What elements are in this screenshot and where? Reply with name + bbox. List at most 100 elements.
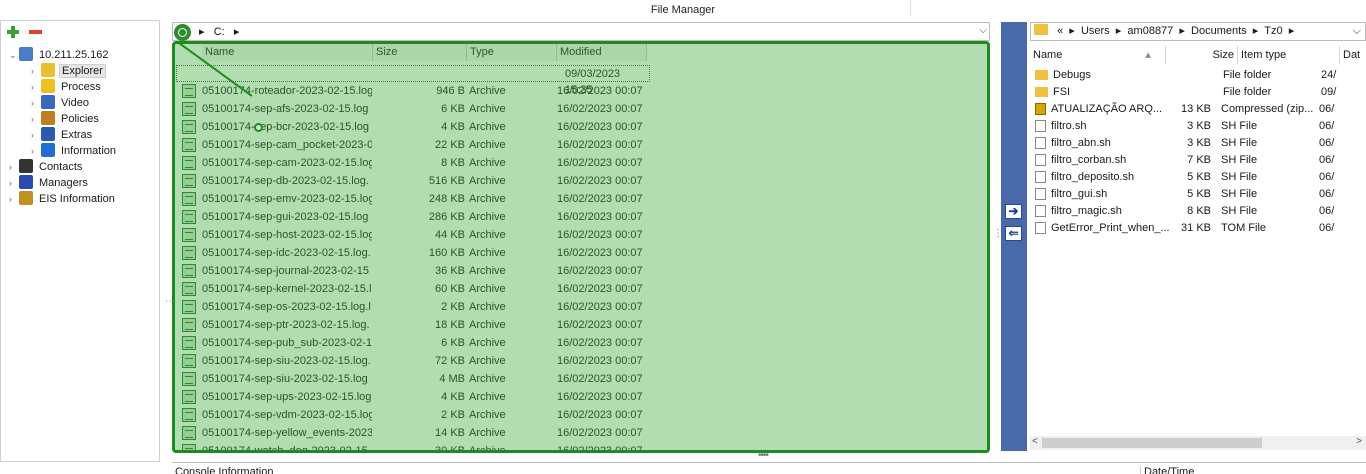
file-modified: 16/02/2023 00:07 (557, 409, 643, 421)
remove-icon[interactable] (29, 30, 42, 34)
breadcrumb-separator-icon[interactable]: ▸ (1173, 25, 1191, 37)
expand-toggle-icon[interactable]: › (31, 95, 41, 111)
right-file-row[interactable]: filtro_magic.sh 8 KB SH File 06/ (1032, 203, 1349, 220)
file-row[interactable]: 05100174-sep-cam_pocket-2023-0 22 KB Archi… (180, 136, 647, 154)
breadcrumb-item[interactable]: Documents (1191, 25, 1247, 37)
right-address-bar[interactable]: « ▸ Users ▸ am08877 ▸ Documents ▸ Tz0 ▸ … (1030, 22, 1366, 41)
right-file-row[interactable]: ATUALIZAÇÃO ARQ... 13 KB Compressed (zip..… (1032, 101, 1349, 118)
file-size: 4 KB (441, 391, 465, 403)
left-splitter-grip[interactable]: ⋮ (164, 296, 175, 305)
add-icon[interactable] (6, 25, 20, 39)
file-row[interactable]: 05100174-watch_dog-2023-02-15 30 KB Archiv… (180, 442, 647, 453)
column-size[interactable]: Size (373, 44, 467, 61)
explorer-icon (41, 63, 55, 77)
file-modified: 16/02/2023 00:07 (557, 355, 643, 367)
file-type: Archive (469, 229, 506, 241)
scroll-left-icon[interactable]: < (1032, 436, 1038, 447)
scroll-right-icon[interactable]: > (1356, 436, 1362, 447)
file-row[interactable]: 05100174-sep-idc-2023-02-15.log. 160 KB Ar… (180, 244, 647, 262)
file-row[interactable]: 05100174-sep-siu-2023-02-15.log 4 MB Archi… (180, 370, 647, 388)
breadcrumb-separator-icon[interactable]: ▸ (1063, 25, 1081, 37)
expand-toggle-icon[interactable]: › (31, 127, 41, 143)
file-row[interactable]: 05100174-roteador-2023-02-15.log 946 B Arc… (180, 82, 647, 100)
right-column-size[interactable]: Size (1166, 46, 1238, 64)
file-row[interactable]: 05100174-sep-afs-2023-02-15.log 6 KB Archi… (180, 100, 647, 118)
file-row[interactable]: 05100174-sep-ptr-2023-02-15.log. 18 KB Arc… (180, 316, 647, 334)
tree-item-eis-information[interactable]: › EIS Information (9, 191, 117, 207)
right-file-row[interactable]: filtro_corban.sh 7 KB SH File 06/ (1032, 152, 1349, 169)
file-row[interactable]: 05100174-sep-db-2023-02-15.log. 516 KB Arc… (180, 172, 647, 190)
right-file-size: 5 KB (1187, 171, 1211, 183)
file-row[interactable]: 05100174-sep-os-2023-02-15.log.l 2 KB Arch… (180, 298, 647, 316)
right-file-size: 7 KB (1187, 154, 1211, 166)
file-row[interactable]: 05100174-sep-gui-2023-02-15.log 286 KB Arc… (180, 208, 647, 226)
expand-toggle-icon[interactable]: › (9, 159, 19, 175)
right-file-row[interactable]: filtro_abn.sh 3 KB SH File 06/ (1032, 135, 1349, 152)
right-file-list[interactable]: Name ▴ Size Item type Dat Debugs File fol… (1030, 44, 1366, 436)
tree-item-managers[interactable]: › Managers (9, 175, 90, 191)
breadcrumb-separator-icon[interactable]: ▸ (1247, 25, 1265, 37)
file-type: Archive (469, 301, 506, 313)
right-file-row[interactable]: filtro.sh 3 KB SH File 06/ (1032, 118, 1349, 135)
expand-toggle-icon[interactable]: › (9, 175, 19, 191)
tree-item-extras[interactable]: › Extras (31, 127, 94, 143)
right-file-row[interactable]: GetError_Print_when_... 31 KB TOM File 06/ (1032, 220, 1349, 237)
file-row[interactable]: 05100174-sep-emv-2023-02-15.log 248 KB Arc… (180, 190, 647, 208)
tree-item-information[interactable]: › Information (31, 143, 118, 159)
right-file-row[interactable]: Debugs File folder 24/ (1032, 67, 1351, 84)
right-file-row[interactable]: FSI File folder 09/ (1032, 84, 1351, 101)
file-row[interactable]: 05100174-sep-yellow_events-2023 14 KB Arch… (180, 424, 647, 442)
expand-toggle-icon[interactable]: › (31, 111, 41, 127)
breadcrumb-item[interactable]: Users (1081, 25, 1110, 37)
right-file-date: 06/ (1319, 103, 1335, 115)
center-path[interactable]: ▸ C: ▸ (199, 25, 239, 38)
right-column-date[interactable]: Dat (1340, 46, 1366, 64)
tree-item-label: 10.211.25.162 (39, 49, 109, 61)
breadcrumb-item[interactable]: am08877 (1127, 25, 1173, 37)
right-column-name[interactable]: Name ▴ (1030, 46, 1166, 64)
expand-toggle-icon[interactable]: › (31, 63, 41, 79)
expand-toggle-icon[interactable]: › (9, 191, 19, 207)
column-modified[interactable]: Modified (557, 44, 647, 61)
tree-item-10-211-25-162[interactable]: ⌄ 10.211.25.162 (9, 47, 111, 63)
column-name[interactable]: Name (202, 44, 373, 61)
file-row[interactable]: 05100174-sep-kernel-2023-02-15.l 60 KB Arc… (180, 280, 647, 298)
chevron-down-icon[interactable]: ⌵ (979, 25, 987, 36)
right-column-type[interactable]: Item type (1238, 46, 1340, 64)
right-file-name: Debugs (1053, 69, 1091, 81)
expand-toggle-icon[interactable]: ⌄ (9, 47, 19, 63)
breadcrumb-item[interactable]: Tz0 (1264, 25, 1282, 37)
target-icon[interactable] (174, 24, 191, 41)
breadcrumb-separator-icon[interactable]: ▸ (1283, 25, 1301, 37)
right-file-row[interactable]: filtro_gui.sh 5 KB SH File 06/ (1032, 186, 1349, 203)
file-row[interactable]: 05100174-sep-ups-2023-02-15.log 4 KB Archi… (180, 388, 647, 406)
folder-icon (1035, 70, 1048, 80)
bottom-splitter-grip[interactable]: •••• (758, 450, 769, 461)
file-row[interactable]: 05100174-sep-cam-2023-02-15.log 8 KB Archi… (180, 154, 647, 172)
tree-item-process[interactable]: › Process (31, 79, 103, 95)
send-left-icon[interactable]: ⇐ (1005, 226, 1022, 241)
tree-item-contacts[interactable]: › Contacts (9, 159, 84, 175)
breadcrumb-separator-icon[interactable]: ▸ (1110, 25, 1128, 37)
chevron-down-icon[interactable]: ⌵ (1353, 23, 1361, 40)
tree-item-explorer[interactable]: › Explorer (31, 63, 106, 79)
parent-directory-row[interactable]: 09/03/2023 15:35 (176, 65, 650, 96)
center-file-list[interactable]: Name Size Type Modified 09/03/2023 15:35… (172, 41, 990, 453)
file-row[interactable]: 05100174-sep-journal-2023-02-15 36 KB Arch… (180, 262, 647, 280)
tree-item-video[interactable]: › Video (31, 95, 91, 111)
tree-item-policies[interactable]: › Policies (31, 111, 101, 127)
column-type[interactable]: Type (467, 44, 557, 61)
file-row[interactable]: 05100174-sep-bcr-2023-02-15.log 4 KB Archi… (180, 118, 647, 136)
expand-toggle-icon[interactable]: › (31, 143, 41, 159)
expand-toggle-icon[interactable]: › (31, 79, 41, 95)
scroll-thumb[interactable] (1042, 438, 1262, 448)
send-right-icon[interactable]: ➔ (1005, 204, 1022, 219)
right-horizontal-scrollbar[interactable]: < > (1030, 436, 1366, 450)
file-modified: 16/02/2023 00:07 (557, 391, 643, 403)
file-row[interactable]: 05100174-sep-pub_sub-2023-02-1 6 KB Archiv… (180, 334, 647, 352)
file-row[interactable]: 05100174-sep-vdm-2023-02-15.log 2 KB Archi… (180, 406, 647, 424)
right-file-row[interactable]: filtro_deposito.sh 5 KB SH File 06/ (1032, 169, 1349, 186)
file-row[interactable]: 05100174-sep-siu-2023-02-15.log. 72 KB Arc… (180, 352, 647, 370)
center-address-bar[interactable]: ▸ C: ▸ ⌵ (172, 22, 990, 41)
file-row[interactable]: 05100174-sep-host-2023-02-15.log 44 KB Arc… (180, 226, 647, 244)
